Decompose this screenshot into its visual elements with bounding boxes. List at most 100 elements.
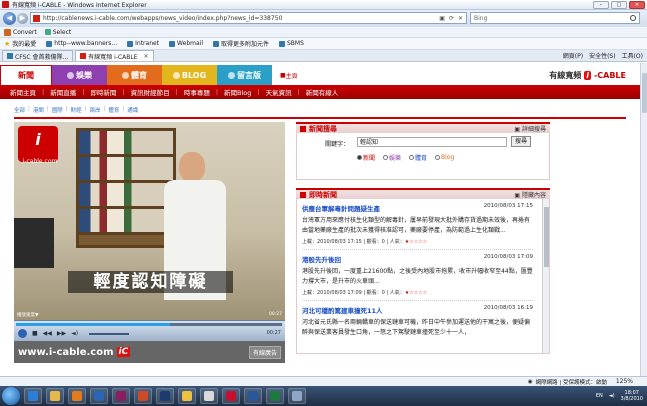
news-title-link[interactable]: 河北可穩酌篤建車撞死11人 bbox=[302, 305, 383, 315]
address-bar[interactable]: http://cablenews.i-cable.com/webapps/new… bbox=[30, 12, 467, 24]
word-taskbar-icon[interactable] bbox=[244, 388, 262, 404]
subnav-item[interactable]: 新聞Blog bbox=[224, 87, 251, 97]
footer-url: www.i-cable.com bbox=[18, 346, 114, 358]
radio-sports[interactable]: 體育 bbox=[409, 153, 427, 162]
calculator-taskbar-icon[interactable] bbox=[288, 388, 306, 404]
back-button[interactable]: ◀ bbox=[3, 12, 16, 25]
favorite-link[interactable]: 取得更多附加元件 bbox=[212, 39, 269, 48]
favorite-link[interactable]: SBMS bbox=[279, 40, 304, 47]
favorites-button[interactable]: ★ 我的最愛 bbox=[4, 39, 36, 49]
search-button[interactable]: 搜尋 bbox=[511, 136, 531, 147]
nav-message-board[interactable]: 留言版 bbox=[217, 65, 272, 85]
subnav-item[interactable]: 新聞主頁 bbox=[10, 87, 36, 97]
category-link[interactable]: 港聞 bbox=[33, 106, 44, 114]
nav-sports[interactable]: 體育 bbox=[107, 65, 162, 85]
close-tab-icon[interactable]: ✕ bbox=[143, 53, 148, 60]
page-menu[interactable]: 網頁(P) bbox=[563, 51, 583, 60]
folder-taskbar-icon[interactable] bbox=[178, 388, 196, 404]
clock[interactable]: 18:07 3/8/2010 bbox=[621, 390, 643, 402]
category-link[interactable]: 體育 bbox=[108, 106, 119, 114]
news-title-link[interactable]: 供應台軍解毒針問題疑生產 bbox=[302, 203, 380, 213]
radio-icon bbox=[409, 155, 415, 160]
indesign-taskbar-icon[interactable] bbox=[112, 388, 130, 404]
forward-button[interactable]: ▶ bbox=[17, 13, 28, 24]
ad-button[interactable]: 有線廣告 bbox=[248, 345, 281, 359]
folder-taskbar-icon[interactable] bbox=[46, 388, 64, 404]
browser-tab[interactable]: CFSC 會首救傷隊... bbox=[2, 50, 74, 61]
favorite-link[interactable]: Webmail bbox=[169, 40, 203, 47]
compat-view-icon[interactable]: ▣ bbox=[439, 15, 445, 22]
radio-entertainment[interactable]: 娛樂 bbox=[383, 153, 401, 162]
excel-taskbar-icon[interactable] bbox=[266, 388, 284, 404]
brand-logo[interactable]: 有線寬頻 i -CABLE bbox=[549, 65, 640, 85]
instant-news-header: 即時新聞 ▣ 隱藏內容 bbox=[296, 188, 550, 199]
subnav-item[interactable]: 時事專題 bbox=[184, 87, 210, 97]
nav-news[interactable]: 新聞 bbox=[0, 65, 52, 85]
stop-icon[interactable]: ✕ bbox=[458, 15, 463, 22]
close-button[interactable]: ✕ bbox=[629, 0, 645, 9]
home-link[interactable]: ■ 主頁 bbox=[272, 65, 298, 85]
subnav-item[interactable]: 資訊財經節目 bbox=[131, 87, 170, 97]
select-button[interactable]: Select bbox=[44, 29, 71, 36]
category-link[interactable]: 國際 bbox=[52, 106, 63, 114]
news-title-link[interactable]: 港股先升後回 bbox=[302, 254, 341, 264]
subnav-item[interactable]: 天氣資訊 bbox=[266, 87, 292, 97]
search-icon[interactable] bbox=[630, 15, 636, 21]
nav-entertainment[interactable]: 娛樂 bbox=[52, 65, 107, 85]
refresh-icon[interactable]: ⟳ bbox=[449, 15, 454, 22]
volume-slider[interactable] bbox=[89, 332, 130, 335]
tools-menu[interactable]: 工具(O) bbox=[622, 51, 643, 60]
maximize-button[interactable]: □ bbox=[611, 0, 627, 9]
subnav-item-active[interactable]: 即時新聞 bbox=[90, 87, 116, 97]
footer-logo: iC bbox=[116, 347, 131, 357]
stop-button[interactable]: ■ bbox=[32, 330, 38, 337]
convert-button[interactable]: Convert bbox=[4, 28, 37, 36]
category-link[interactable]: 財經 bbox=[71, 106, 82, 114]
media-taskbar-icon[interactable] bbox=[68, 388, 86, 404]
video-frame[interactable]: i i-cable.com 輕度認知障礙 播放速度▼ 00:27 bbox=[14, 122, 285, 320]
radio-blog[interactable]: Blog bbox=[435, 153, 454, 162]
rewind-button[interactable]: ◀◀ bbox=[43, 330, 52, 337]
category-link[interactable]: 兩岸 bbox=[90, 106, 101, 114]
page-scroll-thumb[interactable] bbox=[642, 73, 647, 113]
play-pause-button[interactable] bbox=[18, 329, 27, 338]
ie-taskbar-icon[interactable] bbox=[24, 388, 42, 404]
category-link[interactable]: 全部 bbox=[14, 106, 25, 114]
playback-speed[interactable]: 播放速度▼ bbox=[17, 312, 38, 318]
minimize-button[interactable]: – bbox=[593, 0, 609, 9]
subnav-item[interactable]: 新聞直播 bbox=[50, 87, 76, 97]
keyword-input[interactable]: 輕認知 bbox=[357, 137, 507, 147]
subnav-item[interactable]: 新聞有線人 bbox=[306, 87, 339, 97]
radio-news[interactable]: 新聞 bbox=[357, 153, 375, 162]
hide-content-link[interactable]: ▣ 隱藏內容 bbox=[514, 190, 550, 199]
outlook-taskbar-icon[interactable] bbox=[90, 388, 108, 404]
acrobat-taskbar-icon[interactable] bbox=[222, 388, 240, 404]
favorite-link[interactable]: Intranet bbox=[127, 40, 159, 47]
nav-blog[interactable]: BLOG bbox=[162, 65, 217, 85]
page-scrollbar[interactable] bbox=[640, 63, 647, 376]
photoshop-taskbar-icon[interactable] bbox=[156, 388, 174, 404]
app-taskbar-icon[interactable] bbox=[200, 388, 218, 404]
start-button[interactable] bbox=[2, 387, 20, 405]
fast-forward-button[interactable]: ▶▶ bbox=[57, 330, 66, 337]
advanced-search-link[interactable]: ▣ 詳細搜尋 bbox=[514, 124, 550, 133]
safety-menu[interactable]: 安全性(S) bbox=[589, 51, 616, 60]
favorite-link[interactable]: http--www.banners... bbox=[46, 40, 117, 47]
video-player[interactable]: i i-cable.com 輕度認知障礙 播放速度▼ 00:27 ■ ◀◀ ▶▶… bbox=[14, 122, 285, 341]
browser-tab-active[interactable]: 有線寬頻 i-CABLE ✕ bbox=[75, 50, 154, 61]
news-item: 港股先升後回 2010/08/03 17:09 港股先升後回，一度重上21600點… bbox=[297, 250, 543, 301]
powerpoint-taskbar-icon[interactable] bbox=[134, 388, 152, 404]
zoom-level[interactable]: 125% bbox=[616, 378, 633, 385]
video-elapsed: 00:27 bbox=[269, 312, 282, 317]
news-meta: 上載：2010/08/03 17:09 | 觀看：0 | 人氣：★☆☆☆☆ bbox=[302, 289, 533, 301]
category-link[interactable]: 通識 bbox=[127, 106, 138, 114]
feed-scroll-thumb[interactable] bbox=[544, 207, 549, 267]
seek-bar[interactable] bbox=[16, 323, 282, 326]
rating-stars: ★☆☆☆☆ bbox=[404, 290, 428, 296]
feed-scrollbar[interactable] bbox=[542, 199, 549, 353]
volume-icon[interactable]: ◄) bbox=[71, 330, 78, 337]
volume-tray-icon[interactable]: ◄) bbox=[609, 393, 615, 399]
language-icon[interactable]: EN bbox=[596, 393, 603, 399]
category-nav: 全部 | 港聞 | 國際 | 財經 | 兩岸 | 體育 | 通識 bbox=[14, 106, 139, 114]
search-box[interactable]: Bing bbox=[470, 12, 640, 24]
